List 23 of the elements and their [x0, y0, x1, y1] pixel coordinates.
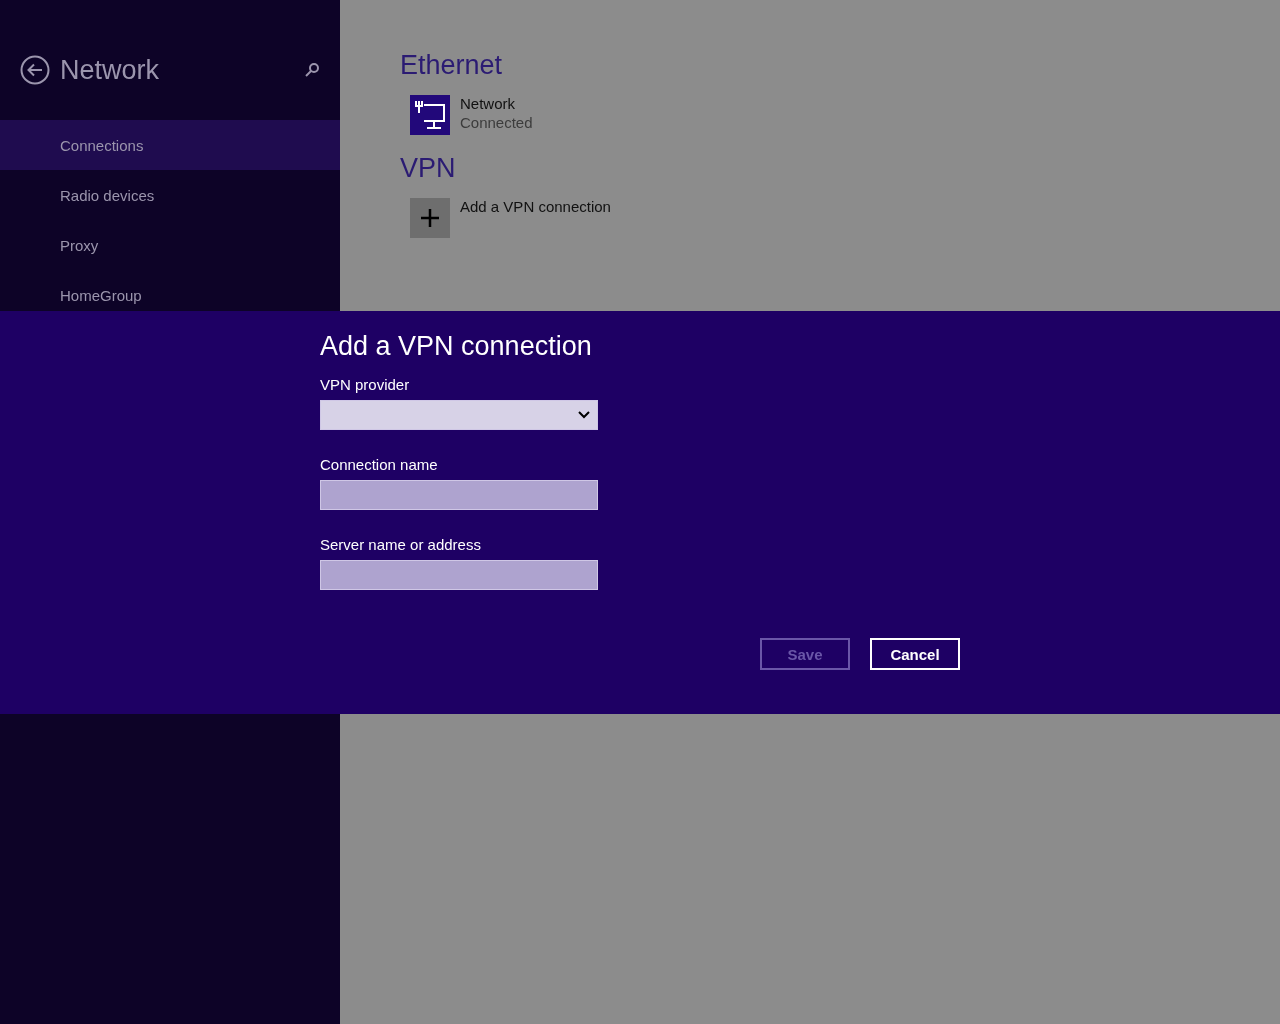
field-label: Server name or address [320, 536, 482, 553]
item-name[interactable]: Network [460, 95, 533, 112]
sidebar-item[interactable]: Connections [0, 120, 340, 170]
field-label: Connection name [320, 456, 439, 473]
input-field[interactable] [320, 560, 598, 590]
sidebar-item[interactable]: Radio devices [0, 170, 340, 220]
caret-icon [577, 410, 591, 420]
item-status: Connected [460, 114, 533, 131]
field-label: VPN provider [320, 376, 411, 393]
dialog-title: Add a VPN connection [320, 331, 593, 362]
page-title: Network [60, 54, 161, 86]
sidebar-item[interactable]: Proxy [0, 220, 340, 270]
item-name[interactable]: Add a VPN connection [460, 198, 611, 215]
section-heading: Ethernet [400, 50, 504, 81]
sidebar-item[interactable]: HomeGroup [0, 270, 340, 320]
input-field[interactable] [320, 480, 598, 510]
network-icon [410, 95, 450, 135]
back-icon[interactable] [20, 55, 50, 85]
search-icon[interactable] [304, 62, 320, 78]
dialog-button[interactable]: Cancel [870, 638, 960, 670]
section-heading: VPN [400, 153, 457, 184]
plus-icon[interactable] [410, 198, 450, 238]
dropdown-field[interactable] [320, 400, 598, 430]
